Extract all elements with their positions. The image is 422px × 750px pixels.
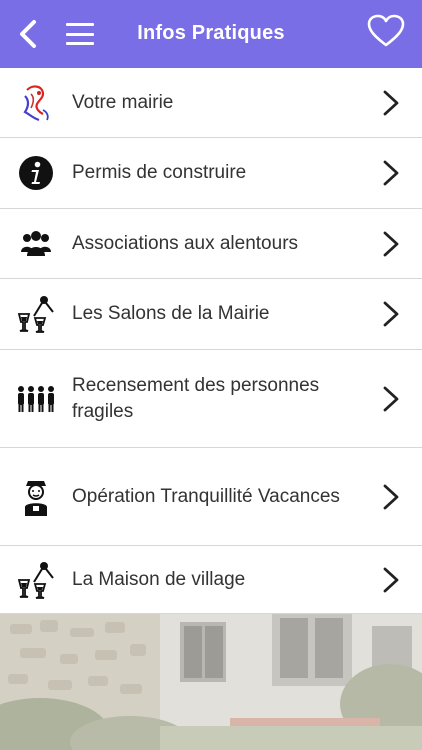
list-item-label: Recensement des personnes fragiles bbox=[72, 374, 320, 422]
list-item-votre-mairie[interactable]: Votre mairie bbox=[0, 68, 422, 138]
chevron-right-icon bbox=[383, 231, 399, 256]
police-officer-icon bbox=[16, 477, 56, 517]
list-item-salons-mairie[interactable]: Les Salons de la Mairie bbox=[0, 279, 422, 350]
microphone-glasses-icon bbox=[16, 294, 56, 334]
list-item-label: La Maison de village bbox=[72, 568, 246, 590]
list-item-label: Les Salons de la Mairie bbox=[72, 303, 270, 324]
heart-outline-icon bbox=[367, 14, 405, 47]
app-header: Infos Pratiques bbox=[0, 0, 422, 68]
house-garden-photo bbox=[0, 614, 422, 750]
info-icon bbox=[16, 153, 56, 193]
list-item-maison-de-village[interactable]: La Maison de village bbox=[0, 546, 422, 614]
page-title: Infos Pratiques bbox=[137, 22, 285, 44]
chevron-right-icon bbox=[383, 484, 399, 509]
list-item-associations[interactable]: Associations aux alentours bbox=[0, 209, 422, 279]
chevron-right-icon bbox=[383, 386, 399, 411]
microphone-glasses-icon bbox=[16, 560, 56, 600]
list-item-label: Opération Tranquillité Vacances bbox=[72, 485, 340, 507]
list-item-label: Votre mairie bbox=[72, 91, 174, 113]
menu-list: Votre mairie Permis de construire Associ… bbox=[0, 68, 422, 614]
group-icon bbox=[16, 224, 56, 264]
chevron-right-icon bbox=[383, 160, 399, 186]
list-item-label: Permis de construire bbox=[72, 162, 247, 183]
list-item-permis-de-construire[interactable]: Permis de construire bbox=[0, 138, 422, 209]
favorite-button[interactable] bbox=[366, 14, 406, 50]
chevron-right-icon bbox=[383, 567, 399, 592]
list-item-operation-tranquillite[interactable]: Opération Tranquillité Vacances bbox=[0, 448, 422, 546]
list-item-label: Associations aux alentours bbox=[72, 232, 299, 254]
chevron-right-icon bbox=[383, 90, 399, 115]
people-line-icon bbox=[16, 379, 56, 419]
chevron-right-icon bbox=[383, 301, 399, 327]
marianne-icon bbox=[16, 83, 56, 123]
list-item-recensement[interactable]: Recensement des personnes fragiles bbox=[0, 350, 422, 448]
